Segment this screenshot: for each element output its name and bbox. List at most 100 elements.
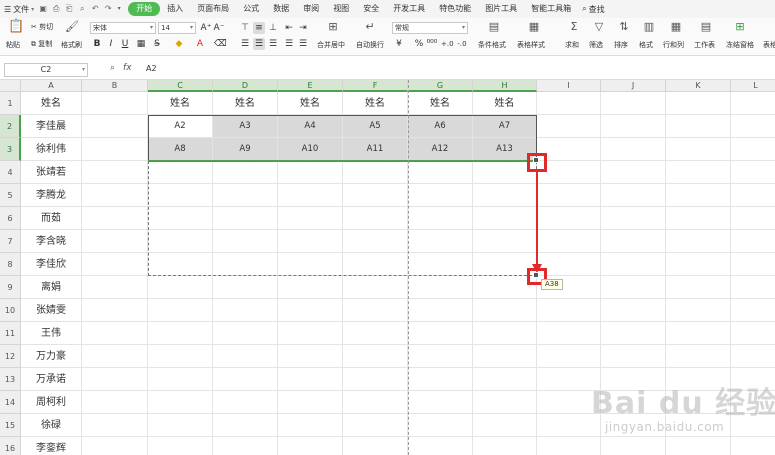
indent-increase-icon[interactable]: ⇥ xyxy=(297,22,309,34)
cell-j6[interactable] xyxy=(601,207,666,230)
cell-l15[interactable] xyxy=(731,414,775,437)
cell-b8[interactable] xyxy=(82,253,148,276)
cell-c3[interactable]: A8 xyxy=(148,138,213,161)
cell-g16[interactable] xyxy=(408,437,473,455)
format-painter-icon[interactable]: 🖌 xyxy=(65,21,79,33)
cell-e7[interactable] xyxy=(278,230,343,253)
cell-d11[interactable] xyxy=(213,322,278,345)
fill-color-icon[interactable]: ◆ xyxy=(173,38,185,50)
cell-g4[interactable] xyxy=(408,161,473,184)
cell-h8[interactable] xyxy=(473,253,537,276)
cell-c13[interactable] xyxy=(148,368,213,391)
fx-icon[interactable]: fx xyxy=(123,63,132,73)
row-header-14[interactable]: 14 xyxy=(0,391,21,414)
cell-d7[interactable] xyxy=(213,230,278,253)
row-header-5[interactable]: 5 xyxy=(0,184,21,207)
clear-format-icon[interactable]: ⌫ xyxy=(214,38,227,50)
cell-b3[interactable] xyxy=(82,138,148,161)
font-size-select[interactable]: 14 ▾ xyxy=(158,22,196,34)
format-painter-button[interactable]: 格式刷 xyxy=(61,40,82,50)
cell-h9[interactable] xyxy=(473,276,537,299)
cell-k3[interactable] xyxy=(666,138,731,161)
tab-picture-tools[interactable]: 图片工具 xyxy=(478,2,524,16)
cell-h1[interactable]: 姓名 xyxy=(473,92,537,115)
sort-button[interactable]: 排序 xyxy=(614,40,628,50)
font-name-select[interactable]: 宋体 ▾ xyxy=(90,22,156,34)
cell-h10[interactable] xyxy=(473,299,537,322)
cell-b5[interactable] xyxy=(82,184,148,207)
cell-l7[interactable] xyxy=(731,230,775,253)
cell-a14[interactable]: 周柯利 xyxy=(21,391,82,414)
cell-i1[interactable] xyxy=(537,92,601,115)
align-left-icon[interactable]: ☰ xyxy=(239,38,251,50)
border-icon[interactable]: ▦ xyxy=(135,38,147,50)
cell-l9[interactable] xyxy=(731,276,775,299)
tab-data[interactable]: 数据 xyxy=(266,2,296,16)
cell-k7[interactable] xyxy=(666,230,731,253)
cell-e14[interactable] xyxy=(278,391,343,414)
paste-button[interactable]: 粘贴 xyxy=(6,40,20,50)
cell-f10[interactable] xyxy=(343,299,408,322)
row-header-16[interactable]: 16 xyxy=(0,437,21,455)
cell-b14[interactable] xyxy=(82,391,148,414)
cell-i10[interactable] xyxy=(537,299,601,322)
cell-c9[interactable] xyxy=(148,276,213,299)
filter-icon[interactable]: ▽ xyxy=(592,21,606,33)
cell-c5[interactable] xyxy=(148,184,213,207)
cell-f1[interactable]: 姓名 xyxy=(343,92,408,115)
cell-g15[interactable] xyxy=(408,414,473,437)
cell-f11[interactable] xyxy=(343,322,408,345)
cell-h15[interactable] xyxy=(473,414,537,437)
cell-c4[interactable] xyxy=(148,161,213,184)
cell-g3[interactable]: A12 xyxy=(408,138,473,161)
cell-c2[interactable]: A2 xyxy=(148,115,213,138)
formula-input[interactable]: A2 xyxy=(146,64,157,73)
tab-developer[interactable]: 开发工具 xyxy=(386,2,432,16)
freeze-panes-icon[interactable]: ⊞ xyxy=(733,21,747,33)
cell-i16[interactable] xyxy=(537,437,601,455)
cell-f9[interactable] xyxy=(343,276,408,299)
freeze-panes-button[interactable]: 冻结窗格 xyxy=(726,40,754,50)
cell-e11[interactable] xyxy=(278,322,343,345)
tab-insert[interactable]: 插入 xyxy=(160,2,190,16)
cell-j2[interactable] xyxy=(601,115,666,138)
row-header-2[interactable]: 2 xyxy=(0,115,21,138)
row-header-4[interactable]: 4 xyxy=(0,161,21,184)
cell-l2[interactable] xyxy=(731,115,775,138)
cell-h7[interactable] xyxy=(473,230,537,253)
cell-l4[interactable] xyxy=(731,161,775,184)
redo-icon[interactable]: ↷ xyxy=(103,4,113,14)
cell-d5[interactable] xyxy=(213,184,278,207)
cell-f12[interactable] xyxy=(343,345,408,368)
column-header-j[interactable]: J xyxy=(601,80,666,92)
row-header-13[interactable]: 13 xyxy=(0,368,21,391)
tab-special-features[interactable]: 特色功能 xyxy=(432,2,478,16)
italic-icon[interactable]: I xyxy=(105,38,117,50)
cell-a13[interactable]: 万承诺 xyxy=(21,368,82,391)
cell-k8[interactable] xyxy=(666,253,731,276)
wrap-text-icon[interactable]: ↵ xyxy=(363,21,377,33)
export-pdf-icon[interactable]: ⎙ xyxy=(51,4,61,14)
cell-l1[interactable] xyxy=(731,92,775,115)
cell-a7[interactable]: 李含晓 xyxy=(21,230,82,253)
cell-h5[interactable] xyxy=(473,184,537,207)
cell-i11[interactable] xyxy=(537,322,601,345)
align-right-icon[interactable]: ☰ xyxy=(267,38,279,50)
cell-k14[interactable] xyxy=(666,391,731,414)
cell-f7[interactable] xyxy=(343,230,408,253)
cell-f16[interactable] xyxy=(343,437,408,455)
cell-k13[interactable] xyxy=(666,368,731,391)
cell-c1[interactable]: 姓名 xyxy=(148,92,213,115)
cell-g2[interactable]: A6 xyxy=(408,115,473,138)
cell-h2[interactable]: A7 xyxy=(473,115,537,138)
row-header-10[interactable]: 10 xyxy=(0,299,21,322)
cell-e9[interactable] xyxy=(278,276,343,299)
zoom-icon[interactable]: ⌕ xyxy=(110,63,115,73)
increase-decimal-icon[interactable]: +.0 xyxy=(441,38,454,50)
align-middle-icon[interactable]: ≡ xyxy=(253,22,265,34)
cell-b9[interactable] xyxy=(82,276,148,299)
fill-handle[interactable] xyxy=(533,157,539,163)
column-header-c[interactable]: C xyxy=(148,80,213,92)
increase-font-icon[interactable]: A⁺ xyxy=(200,22,212,34)
cell-f14[interactable] xyxy=(343,391,408,414)
